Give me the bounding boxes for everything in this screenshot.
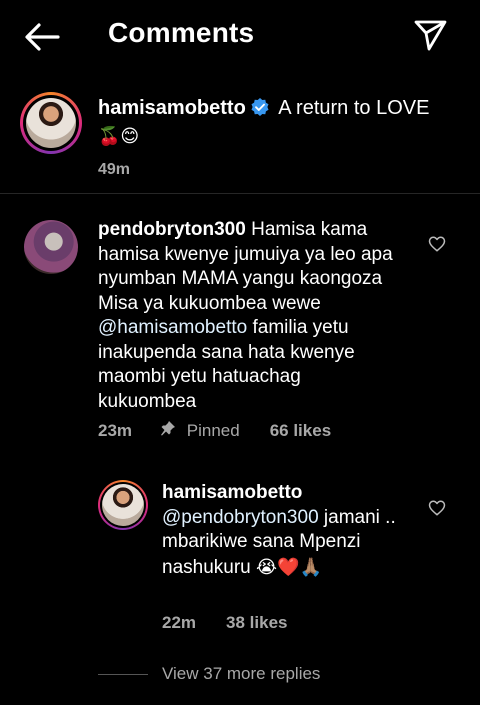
caption-username[interactable]: hamisamobetto [98,97,246,119]
header: Comments [0,0,480,72]
caption-emojis: 🍒😊 [98,126,140,146]
comment-likes[interactable]: 66 likes [270,421,331,441]
reply-time: 22m [162,613,197,632]
page-title: Comments [108,17,255,48]
caption-avatar[interactable] [20,92,82,154]
comments-screen: Comments hamisamobetto A return to LOVE … [0,0,480,705]
comment-meta: 23m Pinned 66 likes [98,420,331,441]
caption-text-block: hamisamobetto A return to LOVE 🍒😊 49m [98,94,458,184]
comment-time: 23m [98,420,133,440]
reply-emojis: 😭❤️🙏🏽 [256,556,322,577]
replies-line [98,673,148,675]
reply-mention[interactable]: @pendobryton300 [162,507,319,528]
comment-text: pendobryton300 Hamisa kama hamisa kwenye… [98,218,398,414]
comment-avatar[interactable] [24,220,78,274]
reply-avatar[interactable] [98,480,148,530]
caption-time: 49m [98,161,131,178]
verified-badge-icon [251,98,269,116]
back-button[interactable] [22,20,62,54]
caption-body: A return to LOVE [278,97,430,119]
caption-divider [0,193,480,194]
pin-icon [161,421,176,436]
pinned-indicator: Pinned [160,420,240,441]
comment-username[interactable]: pendobryton300 [98,219,246,240]
reply-likes[interactable]: 38 likes [226,613,287,633]
comment-mention[interactable]: @hamisamobetto [98,317,247,338]
share-button[interactable] [412,18,448,52]
view-more-replies-label[interactable]: View 37 more replies [162,664,320,684]
view-more-replies[interactable]: View 37 more replies [98,664,320,684]
heart-icon[interactable] [428,499,446,517]
reply-text: hamisamobetto @pendobryton300 jamani .. … [162,481,412,580]
heart-icon[interactable] [428,235,446,253]
pinned-label: Pinned [186,421,240,440]
post-caption: hamisamobetto A return to LOVE 🍒😊 49m [0,84,480,194]
reply-username[interactable]: hamisamobetto [162,482,302,503]
reply-meta: 22m 38 likes [162,613,287,633]
paper-plane-icon [414,20,447,51]
arrow-left-icon [25,23,60,51]
reply-item: hamisamobetto @pendobryton300 jamani .. … [0,480,480,640]
comment-item: pendobryton300 Hamisa kama hamisa kwenye… [0,214,480,454]
